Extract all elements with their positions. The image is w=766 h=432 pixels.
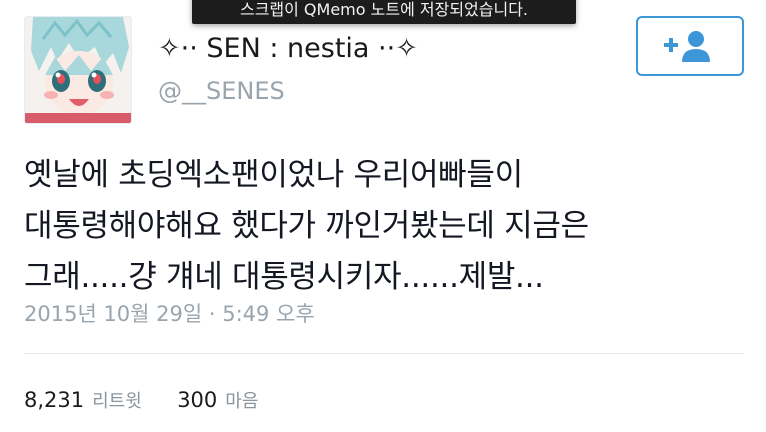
user-handle[interactable]: @__SENES: [158, 76, 285, 106]
tweet-timestamp: 2015년 10월 29일 · 5:49 오후: [24, 302, 315, 326]
tweet-text: 옛날에 초딩엑소팬이었나 우리어빠들이 대통령해야해요 했다가 까인거봤는데 지…: [24, 150, 744, 303]
tweet-line: 그래.....걍 걔네 대통령시키자......제발...: [24, 259, 544, 295]
retweets-count: 8,231: [24, 388, 85, 412]
likes-stat[interactable]: 300 마음: [171, 388, 259, 412]
avatar-image: [25, 17, 131, 123]
follow-button[interactable]: [636, 16, 744, 76]
add-person-icon: [664, 31, 710, 62]
retweets-stat[interactable]: 8,231 리트윗: [24, 388, 149, 412]
toast-message: 스크랩이 QMemo 노트에 저장되었습니다.: [239, 0, 529, 19]
tweet-line: 옛날에 초딩엑소팬이었나 우리어빠들이: [24, 157, 523, 193]
likes-count: 300: [177, 388, 218, 412]
tweet-stats: 8,231 리트윗 300 마음: [24, 386, 258, 416]
display-name[interactable]: ✧·· SEN : nestia ··✧: [158, 32, 418, 66]
retweets-label: 리트윗: [92, 391, 142, 412]
avatar[interactable]: [24, 16, 132, 124]
likes-label: 마음: [225, 391, 259, 412]
toast-notification: 스크랩이 QMemo 노트에 저장되었습니다.: [192, 0, 576, 24]
divider: [24, 353, 744, 354]
tweet-line: 대통령해야해요 했다가 까인거봤는데 지금은: [24, 208, 589, 244]
